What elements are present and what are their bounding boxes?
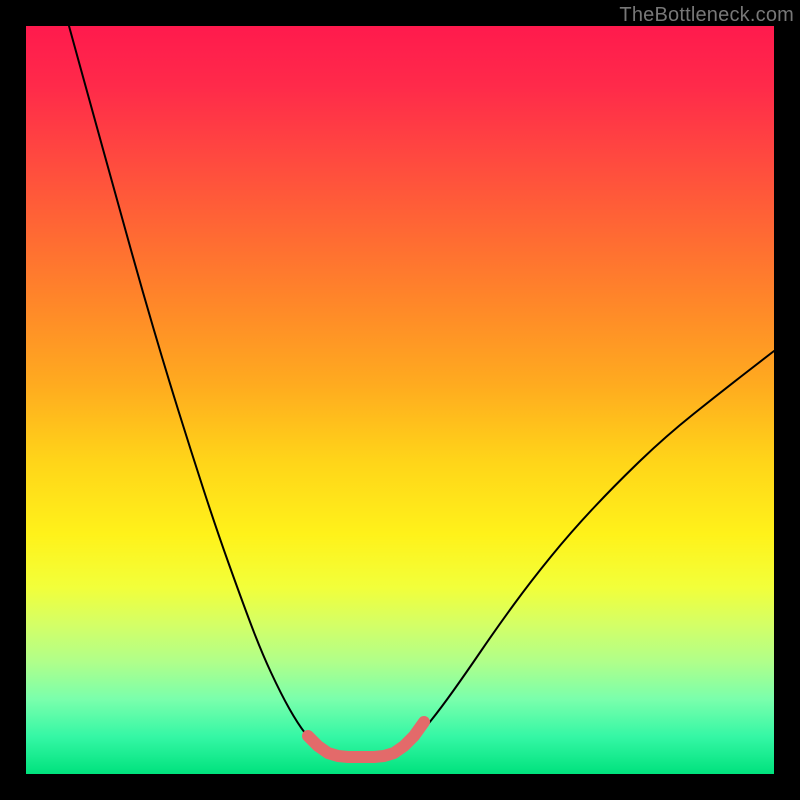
curve-left-branch	[69, 26, 338, 756]
curve-right-branch	[394, 351, 774, 756]
curve-bottom-highlight	[308, 722, 424, 757]
plot-svg	[26, 26, 774, 774]
watermark-text: TheBottleneck.com	[619, 4, 794, 27]
chart-area	[26, 26, 774, 774]
